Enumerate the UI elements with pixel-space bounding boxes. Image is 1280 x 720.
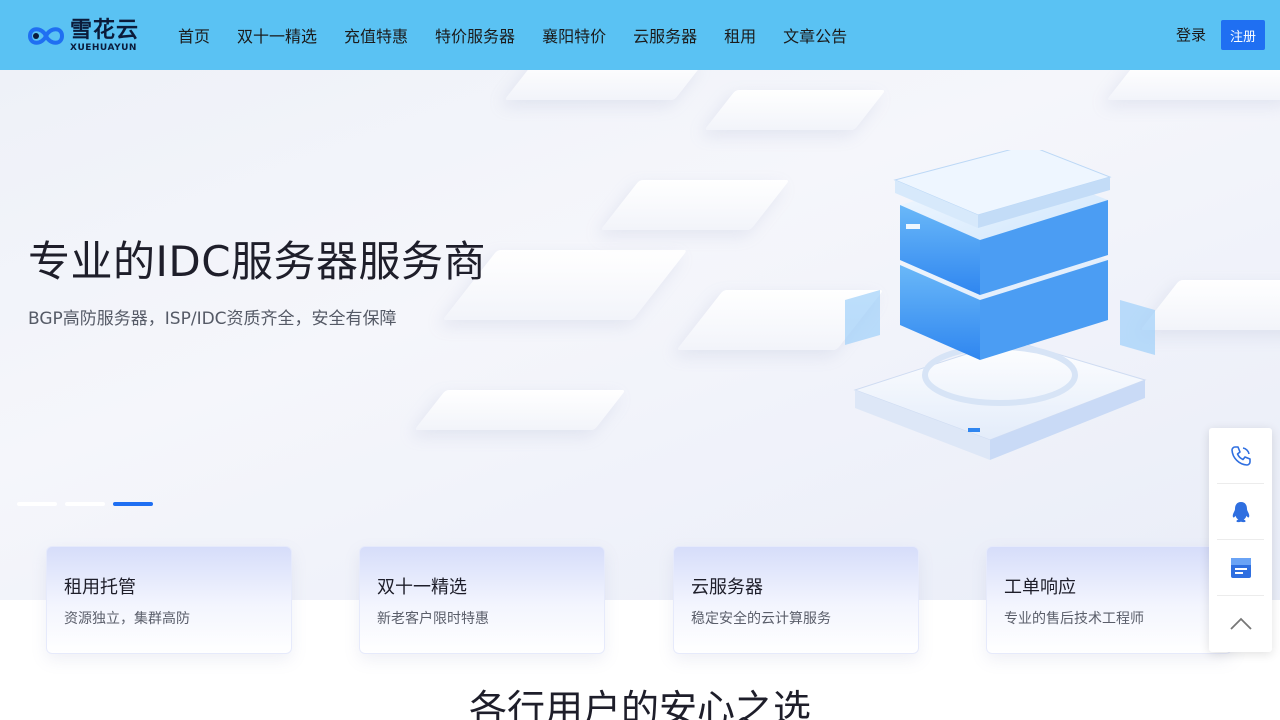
carousel-dot[interactable] (65, 502, 105, 506)
nav-item-xiangyang[interactable]: 襄阳特价 (542, 23, 606, 47)
nav-item-recharge[interactable]: 充值特惠 (344, 23, 408, 47)
feature-card-double-eleven[interactable]: 双十一精选 新老客户限时特惠 (359, 546, 605, 654)
nav-item-discount-servers[interactable]: 特价服务器 (435, 23, 515, 47)
phone-icon (1230, 445, 1251, 466)
ticket-button[interactable] (1217, 540, 1264, 596)
feature-card-rental[interactable]: 租用托管 资源独立，集群高防 (46, 546, 292, 654)
carousel-indicators (17, 502, 161, 506)
card-desc: 新老客户限时特惠 (377, 611, 489, 627)
feature-card-cloud-server[interactable]: 云服务器 稳定安全的云计算服务 (673, 546, 919, 654)
card-title: 双十一精选 (377, 577, 467, 598)
main-nav: 首页 双十一精选 充值特惠 特价服务器 襄阳特价 云服务器 租用 文章公告 (178, 0, 874, 70)
decor-tile (414, 390, 626, 430)
feature-card-ticket-response[interactable]: 工单响应 专业的售后技术工程师 (986, 546, 1232, 654)
qq-icon (1232, 501, 1249, 522)
register-button[interactable]: 注册 (1221, 20, 1265, 50)
card-title: 租用托管 (64, 577, 136, 598)
hero-subtitle: BGP高防服务器，ISP/IDC资质齐全，安全有保障 (28, 309, 397, 329)
nav-item-double-eleven[interactable]: 双十一精选 (237, 23, 317, 47)
brand-name: 雪花云 (70, 17, 140, 43)
nav-item-home[interactable]: 首页 (178, 23, 210, 47)
nav-item-cloud-servers[interactable]: 云服务器 (633, 23, 697, 47)
brand-name-en: XUEHUAYUN (70, 42, 137, 53)
decor-tile (1106, 70, 1280, 100)
contact-qq-button[interactable] (1217, 484, 1264, 540)
hero-title: 专业的IDC服务器服务商 (28, 237, 487, 286)
login-link[interactable]: 登录 (1176, 24, 1206, 45)
floating-toolbar (1209, 428, 1272, 652)
brand-logo[interactable]: 雪花云 XUEHUAYUN (24, 14, 146, 58)
decor-tile (504, 70, 706, 100)
nav-item-rental[interactable]: 租用 (724, 23, 756, 47)
card-title: 工单响应 (1004, 577, 1076, 598)
back-to-top-button[interactable] (1217, 596, 1264, 652)
chevron-up-icon (1229, 617, 1252, 630)
card-desc: 稳定安全的云计算服务 (691, 611, 831, 627)
carousel-dot-active[interactable] (113, 502, 153, 506)
ticket-icon (1230, 557, 1251, 578)
logo-icon (27, 27, 65, 45)
hero-banner: 专业的IDC服务器服务商 BGP高防服务器，ISP/IDC资质齐全，安全有保障 (0, 70, 1280, 600)
decor-tile (704, 90, 886, 130)
top-header: 雪花云 XUEHUAYUN 首页 双十一精选 充值特惠 特价服务器 襄阳特价 云… (0, 0, 1280, 70)
decor-tile (600, 180, 790, 230)
carousel-dot[interactable] (17, 502, 57, 506)
section-title: 各行用户的安心之选 (468, 687, 811, 720)
card-desc: 资源独立，集群高防 (64, 611, 190, 627)
card-title: 云服务器 (691, 577, 763, 598)
contact-phone-button[interactable] (1217, 428, 1264, 484)
nav-item-articles[interactable]: 文章公告 (783, 23, 847, 47)
card-desc: 专业的售后技术工程师 (1004, 611, 1144, 627)
server-illustration (845, 150, 1155, 460)
